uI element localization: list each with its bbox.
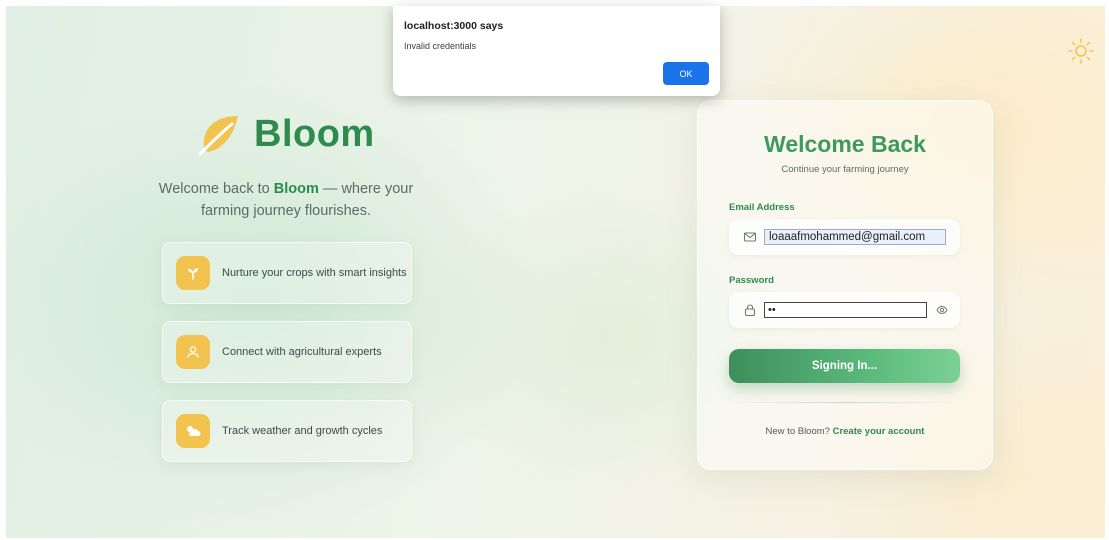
leaf-logo-icon [198, 116, 238, 156]
feature-card: Nurture your crops with smart insights [162, 242, 412, 304]
tagline-brand: Bloom [273, 181, 319, 197]
sign-in-button[interactable]: Signing In... [729, 349, 960, 383]
brand-name: Bloom [254, 112, 375, 155]
create-account-link[interactable]: Create your account [833, 426, 925, 437]
email-label: Email Address [729, 202, 795, 213]
brand-header: Bloom [196, 104, 375, 164]
alert-dialog: localhost:3000 says Invalid credentials … [393, 6, 720, 96]
alert-message: Invalid credentials [404, 41, 477, 51]
feature-text: Nurture your crops with smart insights [222, 267, 407, 279]
lock-icon [744, 304, 756, 317]
theme-toggle-button[interactable] [1066, 36, 1096, 66]
tagline-prefix: Welcome back to [158, 181, 274, 197]
email-input[interactable] [764, 229, 946, 245]
weather-icon [176, 414, 210, 448]
divider [729, 402, 960, 403]
feature-text: Track weather and growth cycles [222, 425, 383, 437]
feature-text: Connect with agricultural experts [222, 346, 382, 358]
login-title: Welcome Back [764, 131, 926, 157]
login-card: Welcome Back Continue your farming journ… [697, 100, 993, 470]
eye-icon[interactable] [936, 304, 948, 316]
alert-ok-button[interactable]: OK [663, 62, 709, 85]
mail-icon [743, 232, 757, 242]
login-subtitle: Continue your farming journey [781, 164, 909, 175]
password-input[interactable] [764, 302, 927, 318]
brand-tagline: Welcome back to Bloom — where your farmi… [136, 178, 436, 222]
feature-card: Track weather and growth cycles [162, 400, 412, 462]
signup-prompt-text: New to Bloom? [765, 426, 830, 437]
signup-prompt: New to Bloom? Create your account [698, 426, 992, 437]
sun-icon [1068, 38, 1094, 64]
user-icon [176, 335, 210, 369]
alert-title: localhost:3000 says [404, 20, 504, 32]
email-field[interactable] [729, 219, 960, 255]
sprout-icon [176, 256, 210, 290]
password-field[interactable] [729, 292, 960, 328]
feature-card: Connect with agricultural experts [162, 321, 412, 383]
password-label: Password [729, 275, 774, 286]
